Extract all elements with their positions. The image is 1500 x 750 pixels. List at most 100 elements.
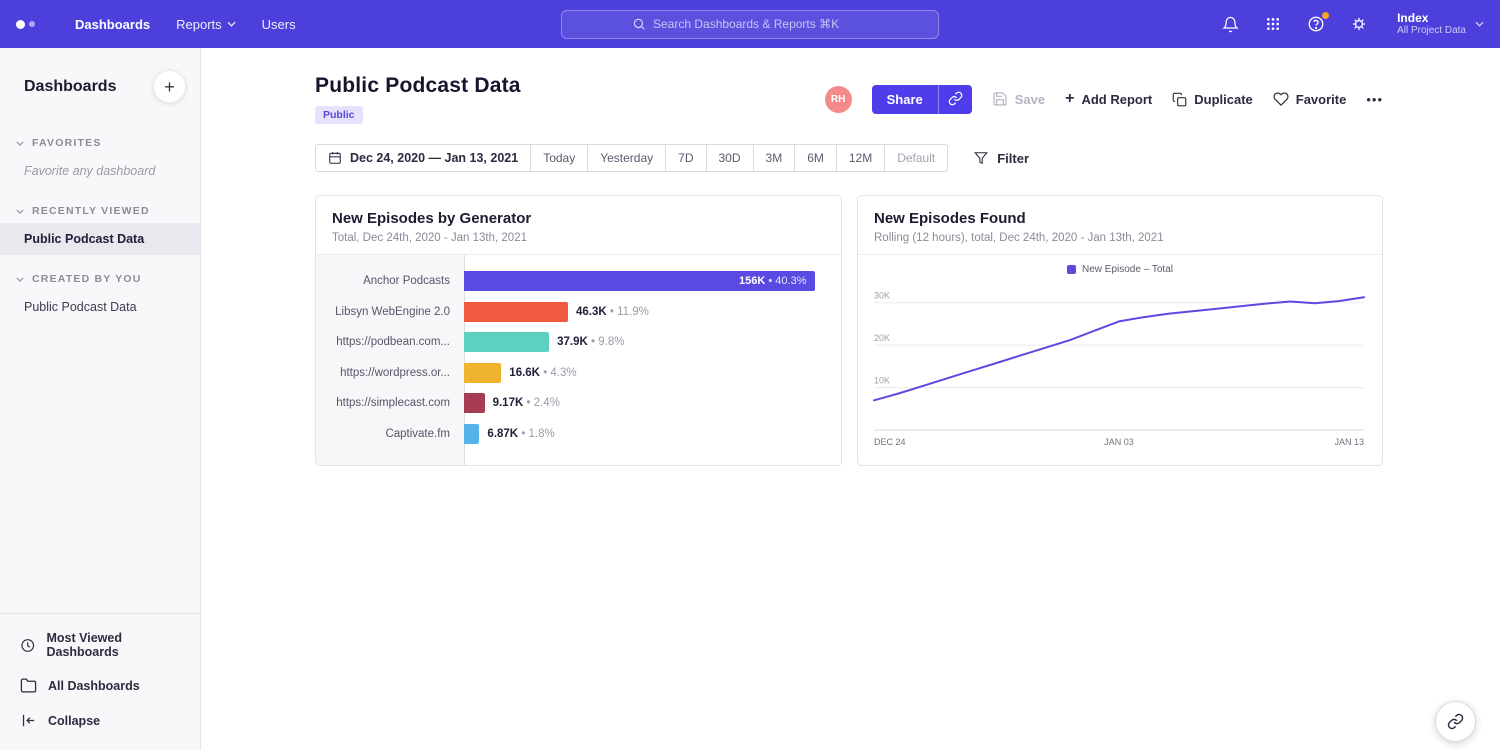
copy-icon bbox=[1172, 92, 1187, 107]
bar-row: Captivate.fm6.87K • 1.8% bbox=[316, 419, 841, 450]
range-30d[interactable]: 30D bbox=[707, 144, 754, 172]
bar-segment[interactable] bbox=[464, 424, 479, 444]
svg-text:DEC 24: DEC 24 bbox=[874, 437, 906, 447]
bar-value-label: 156K • 40.3% bbox=[739, 275, 814, 287]
section-label: FAVORITES bbox=[32, 137, 102, 149]
line-chart-svg: 10K20K30KDEC 24JAN 03JAN 13 bbox=[872, 278, 1368, 458]
line-chart-title: New Episodes Found bbox=[874, 210, 1366, 227]
chevron-down-icon bbox=[16, 277, 24, 282]
share-button-group: Share bbox=[872, 85, 972, 114]
footer-item-label: Collapse bbox=[48, 714, 100, 728]
folder-icon bbox=[20, 677, 37, 694]
filter-icon bbox=[974, 151, 988, 165]
calendar-icon bbox=[328, 151, 342, 165]
copy-share-link-button[interactable] bbox=[938, 85, 972, 114]
filter-button[interactable]: Filter bbox=[974, 151, 1029, 166]
app-root: Dashboards Reports Users bbox=[0, 0, 1500, 750]
range-12m[interactable]: 12M bbox=[837, 144, 885, 172]
sidebar-footer: Most Viewed Dashboards All Dashboards Co… bbox=[0, 613, 200, 750]
avatar[interactable]: RH bbox=[825, 86, 852, 113]
header-actions: RH Share Save + Add Report Dup bbox=[825, 85, 1383, 114]
bar-segment[interactable] bbox=[464, 302, 568, 322]
share-button[interactable]: Share bbox=[872, 85, 938, 114]
range-today[interactable]: Today bbox=[531, 144, 588, 172]
bar-value-label: 37.9K • 9.8% bbox=[557, 336, 624, 348]
date-range-picker[interactable]: Dec 24, 2020 — Jan 13, 2021 bbox=[315, 144, 531, 172]
legend-swatch-icon bbox=[1067, 265, 1076, 274]
range-default[interactable]: Default bbox=[885, 144, 948, 172]
bar-segment[interactable] bbox=[464, 393, 485, 413]
favorites-section-header[interactable]: FAVORITES bbox=[0, 131, 200, 155]
search-icon bbox=[632, 17, 646, 31]
project-switcher[interactable]: Index All Project Data bbox=[1397, 11, 1484, 37]
bar-segment[interactable]: 156K • 40.3% bbox=[464, 271, 815, 291]
public-badge: Public bbox=[315, 106, 363, 124]
chevron-down-icon bbox=[16, 141, 24, 146]
sidebar-section-created-by-you: CREATED BY YOU Public Podcast Data bbox=[0, 267, 200, 323]
nav-reports[interactable]: Reports bbox=[176, 17, 236, 32]
created-by-you-section-header[interactable]: CREATED BY YOU bbox=[0, 267, 200, 291]
save-button[interactable]: Save bbox=[992, 91, 1045, 107]
add-report-button[interactable]: + Add Report bbox=[1065, 91, 1152, 107]
global-search[interactable] bbox=[561, 10, 939, 39]
bar-value-label: 6.87K • 1.8% bbox=[487, 428, 554, 440]
bar-segment[interactable] bbox=[464, 332, 549, 352]
chart-legend[interactable]: New Episode – Total bbox=[872, 264, 1368, 275]
svg-text:JAN 03: JAN 03 bbox=[1104, 437, 1134, 447]
bar-value-label: 16.6K • 4.3% bbox=[509, 367, 576, 379]
date-toolbar: Dec 24, 2020 — Jan 13, 2021 TodayYesterd… bbox=[315, 144, 1383, 172]
bar-row: Anchor Podcasts156K • 40.3% bbox=[316, 266, 841, 297]
more-options-button[interactable]: ••• bbox=[1366, 92, 1383, 107]
range-6m[interactable]: 6M bbox=[795, 144, 837, 172]
bar-chart: Anchor Podcasts156K • 40.3%Libsyn WebEng… bbox=[316, 255, 841, 465]
legend-label: New Episode – Total bbox=[1082, 264, 1173, 275]
svg-text:JAN 13: JAN 13 bbox=[1334, 437, 1364, 447]
collapse-sidebar-button[interactable]: Collapse bbox=[0, 703, 200, 738]
svg-text:30K: 30K bbox=[874, 291, 890, 301]
add-report-label: Add Report bbox=[1081, 92, 1152, 107]
bar-segment[interactable] bbox=[464, 363, 501, 383]
bar-value-label: 46.3K • 11.9% bbox=[576, 306, 649, 318]
more-dots-icon: ••• bbox=[1366, 92, 1383, 107]
line-chart: New Episode – Total 10K20K30KDEC 24JAN 0… bbox=[858, 255, 1382, 458]
duplicate-label: Duplicate bbox=[1194, 92, 1253, 107]
sidebar-title: Dashboards bbox=[24, 78, 116, 96]
svg-text:20K: 20K bbox=[874, 333, 890, 343]
favorite-button[interactable]: Favorite bbox=[1273, 91, 1347, 107]
add-dashboard-button[interactable]: + bbox=[153, 70, 186, 103]
notification-badge bbox=[1322, 12, 1329, 19]
page-title: Public Podcast Data bbox=[315, 74, 521, 98]
share-link-fab[interactable] bbox=[1435, 701, 1476, 742]
bar-category-label: https://podbean.com... bbox=[316, 336, 464, 348]
chevron-down-icon bbox=[1475, 21, 1484, 27]
sidebar: Dashboards + FAVORITES Favorite any dash… bbox=[0, 48, 201, 750]
bar-row: Libsyn WebEngine 2.0 46.3K • 11.9% bbox=[316, 297, 841, 328]
nav-users[interactable]: Users bbox=[262, 17, 296, 32]
range-yesterday[interactable]: Yesterday bbox=[588, 144, 666, 172]
duplicate-button[interactable]: Duplicate bbox=[1172, 92, 1253, 107]
app-logo[interactable] bbox=[16, 20, 35, 29]
range-7d[interactable]: 7D bbox=[666, 144, 706, 172]
help-icon[interactable] bbox=[1305, 13, 1327, 35]
recently-viewed-section-header[interactable]: RECENTLY VIEWED bbox=[0, 199, 200, 223]
sidebar-section-recently-viewed: RECENTLY VIEWED Public Podcast Data bbox=[0, 199, 200, 255]
range-3m[interactable]: 3M bbox=[754, 144, 796, 172]
save-icon bbox=[992, 91, 1008, 107]
logo-dot-icon bbox=[29, 21, 35, 27]
all-dashboards-button[interactable]: All Dashboards bbox=[0, 668, 200, 703]
most-viewed-icon bbox=[20, 637, 35, 654]
most-viewed-dashboards-button[interactable]: Most Viewed Dashboards bbox=[0, 622, 200, 668]
bar-category-label: Libsyn WebEngine 2.0 bbox=[316, 306, 464, 318]
apps-grid-icon[interactable] bbox=[1262, 13, 1284, 35]
bar-row: https://simplecast.com 9.17K • 2.4% bbox=[316, 388, 841, 419]
search-input[interactable] bbox=[653, 17, 868, 31]
bar-value-label: 9.17K • 2.4% bbox=[493, 397, 560, 409]
notifications-icon[interactable] bbox=[1219, 13, 1241, 35]
nav-dashboards[interactable]: Dashboards bbox=[75, 17, 150, 32]
bar-chart-title: New Episodes by Generator bbox=[332, 210, 825, 227]
settings-gear-icon[interactable] bbox=[1348, 13, 1370, 35]
bar-chart-card: New Episodes by Generator Total, Dec 24t… bbox=[315, 195, 842, 466]
sidebar-item-public-podcast-data-created[interactable]: Public Podcast Data bbox=[0, 291, 200, 323]
sidebar-item-public-podcast-data[interactable]: Public Podcast Data bbox=[0, 223, 200, 255]
bar-category-label: https://simplecast.com bbox=[316, 397, 464, 409]
